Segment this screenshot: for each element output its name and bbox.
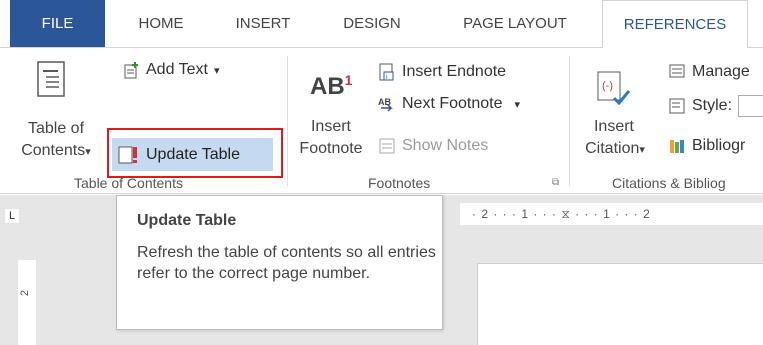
horizontal-ruler-marks: · 2 · · · 1 · · · ⧖ · · · 1 · · · 2 [472, 207, 651, 221]
ribbon-tab-bar: FILE HOME INSERT DESIGN PAGE LAYOUT REFE… [0, 0, 763, 48]
insert-citation-label-line2: Citation▾ [574, 140, 656, 158]
svg-text:(-): (-) [602, 80, 613, 92]
citation-style-selector[interactable]: Style: [668, 94, 763, 118]
insert-citation-label-line1: Insert [593, 118, 634, 135]
style-label: Style: [692, 97, 733, 114]
insert-endnote-icon: i [378, 63, 396, 81]
chevron-down-icon: ▾ [639, 144, 645, 156]
vertical-ruler[interactable]: 2 [18, 260, 36, 345]
footnote-ab-text: AB [310, 73, 345, 100]
tab-file[interactable]: FILE [10, 0, 105, 47]
document-page[interactable] [477, 263, 763, 345]
citations-group-label: Citations & Bibliog [612, 175, 726, 191]
group-divider [569, 56, 570, 186]
insert-citation-button[interactable]: (-) Insert Citation▾ [574, 66, 656, 170]
insert-endnote-label: Insert Endnote [402, 63, 507, 80]
footnote-icon: AB1 [310, 72, 352, 101]
insert-citation-label-text: Citation [585, 140, 640, 157]
show-notes-icon [378, 137, 396, 155]
next-footnote-icon: AB [378, 95, 396, 113]
chevron-down-icon: ▾ [514, 98, 521, 111]
tab-selector-button[interactable]: L [5, 209, 19, 223]
insert-footnote-button[interactable]: AB1 Insert Footnote [290, 66, 372, 170]
ribbon: Table of Contents▾ Add Text ▾ Update Tab… [0, 47, 763, 194]
footnote-superscript: 1 [344, 72, 353, 88]
table-of-contents-label-line1: Table of [27, 120, 85, 137]
insert-endnote-button[interactable]: i Insert Endnote [378, 60, 506, 84]
tab-insert[interactable]: INSERT [215, 0, 311, 47]
next-footnote-label: Next Footnote [402, 95, 503, 112]
bibliography-button[interactable]: Bibliogr [668, 134, 745, 158]
highlight-annotation [107, 128, 283, 178]
manage-sources-label: Manage [692, 63, 750, 80]
manage-sources-icon [668, 63, 686, 81]
table-of-contents-label-text: Contents [21, 142, 86, 159]
next-footnote-button[interactable]: AB Next Footnote ▾ [378, 92, 520, 116]
add-text-button[interactable]: Add Text ▾ [122, 58, 220, 82]
show-notes-button[interactable]: Show Notes [378, 134, 488, 158]
show-notes-label: Show Notes [402, 137, 489, 154]
table-of-contents-icon [37, 61, 65, 97]
dialog-launcher-icon[interactable]: ⧉ [552, 177, 559, 188]
tab-page-layout[interactable]: PAGE LAYOUT [440, 0, 590, 47]
update-table-tooltip: Update Table Refresh the table of conten… [116, 195, 443, 330]
insert-footnote-label-line1: Insert [310, 118, 351, 135]
tab-references[interactable]: REFERENCES [602, 0, 748, 48]
tab-home[interactable]: HOME [118, 0, 204, 47]
manage-sources-button[interactable]: Manage [668, 60, 750, 84]
add-text-icon [122, 61, 140, 79]
add-text-label: Add Text [146, 61, 208, 78]
chevron-down-icon: ▾ [213, 64, 220, 77]
vertical-ruler-mark: 2 [19, 289, 32, 297]
footnotes-group-label: Footnotes [368, 175, 431, 191]
tooltip-body: Refresh the table of contents so all ent… [137, 244, 436, 282]
tab-design[interactable]: DESIGN [322, 0, 422, 47]
table-of-contents-button[interactable]: Table of Contents▾ [10, 58, 100, 168]
toc-group-label: Table of Contents [74, 175, 183, 191]
horizontal-ruler[interactable]: · 2 · · · 1 · · · ⧖ · · · 1 · · · 2 [460, 203, 763, 225]
insert-footnote-label-line2: Footnote [299, 140, 363, 157]
insert-citation-icon: (-) [597, 71, 630, 106]
table-of-contents-label-line2: Contents▾ [10, 142, 102, 160]
tooltip-title: Update Table [137, 212, 237, 229]
bibliography-label: Bibliogr [692, 137, 746, 154]
chevron-down-icon: ▾ [85, 146, 91, 158]
style-icon [668, 97, 686, 115]
group-divider [287, 56, 288, 186]
bibliography-icon [668, 137, 686, 155]
style-dropdown-field[interactable] [738, 95, 763, 117]
